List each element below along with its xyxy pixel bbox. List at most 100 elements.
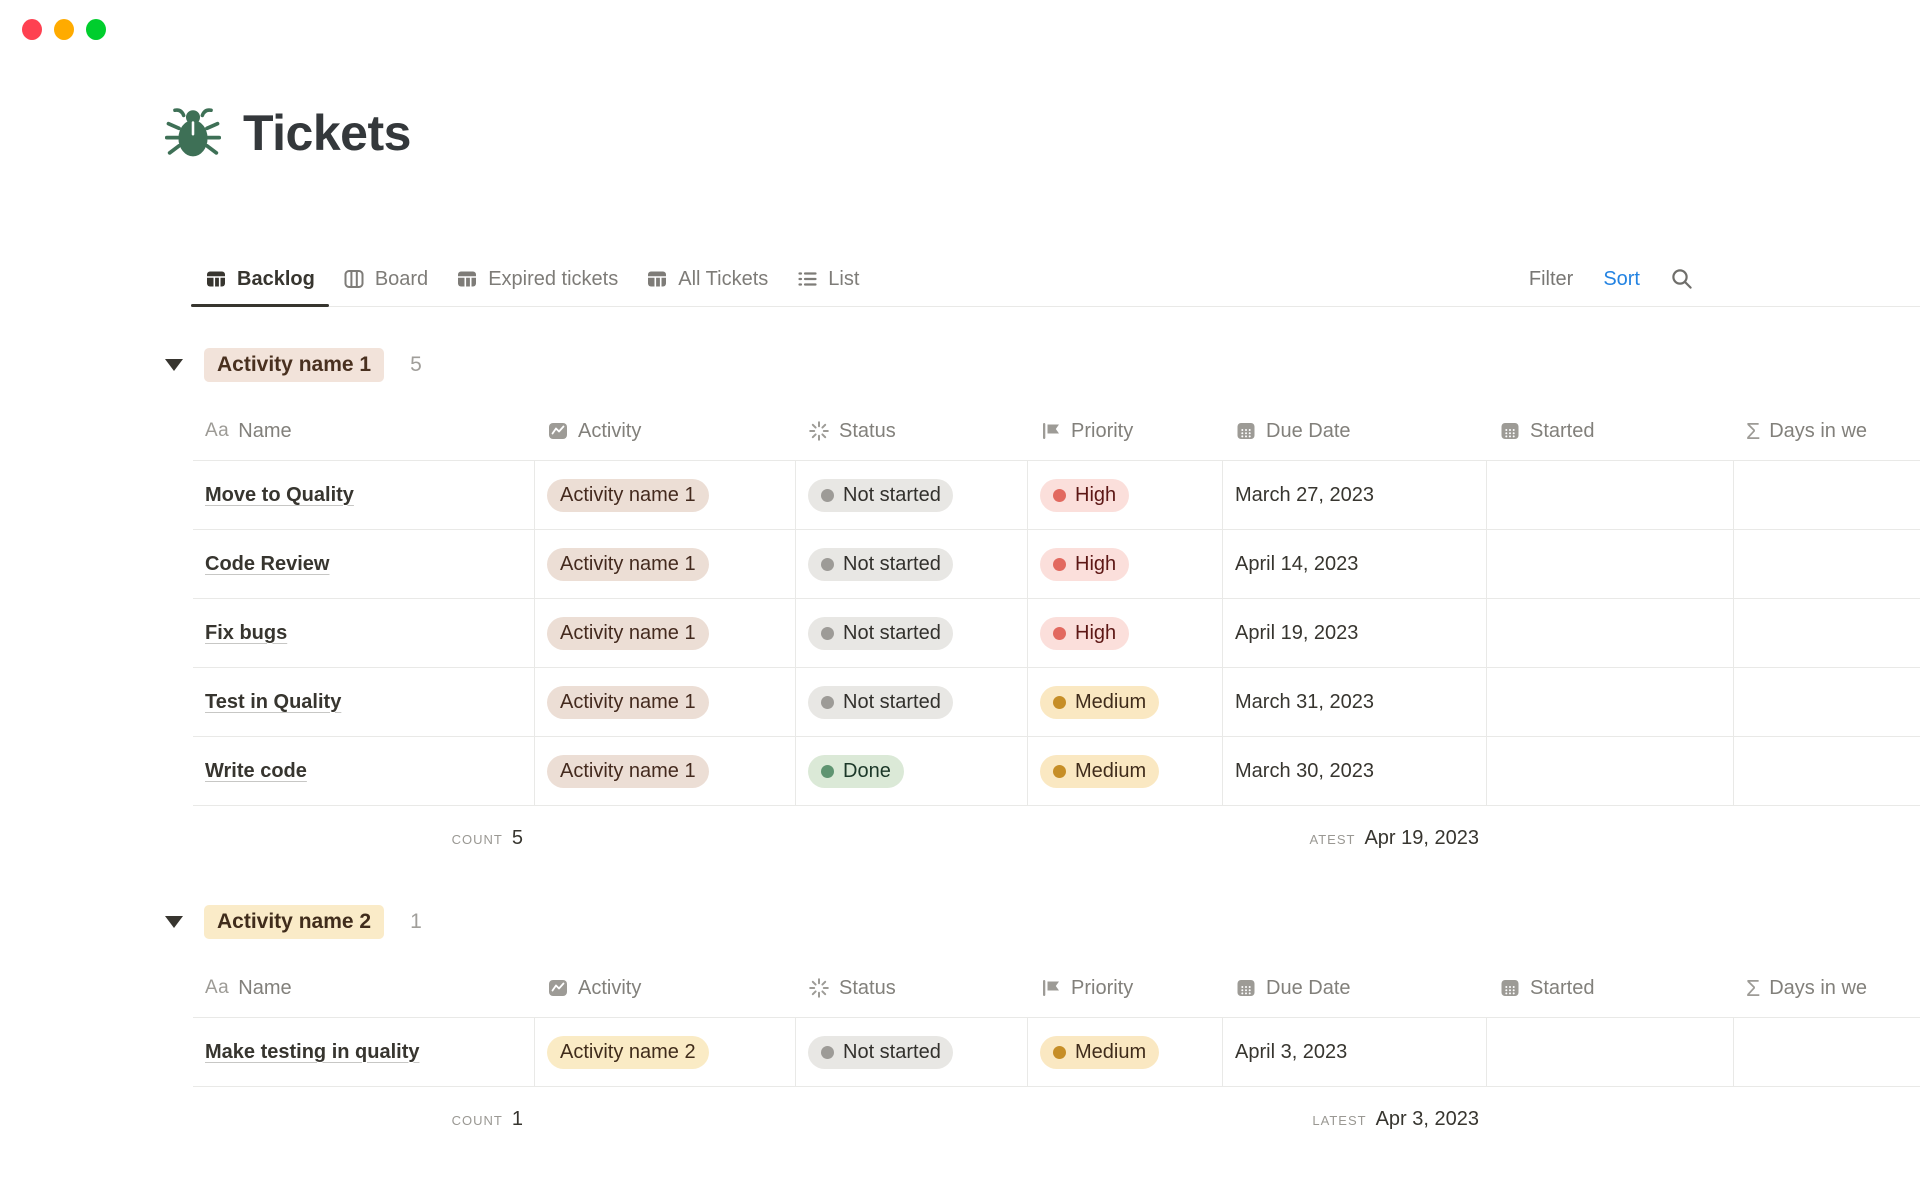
filter-button[interactable]: Filter [1529,268,1573,291]
priority-tag[interactable]: High [1040,479,1129,512]
footer-count[interactable]: COUNT5 [193,827,535,850]
activity-tag[interactable]: Activity name 1 [547,755,709,788]
cell-days-in-week[interactable] [1734,668,1920,736]
cell-days-in-week[interactable] [1734,461,1920,529]
cell-due-date[interactable]: April 19, 2023 [1223,599,1487,667]
tab-board[interactable]: Board [329,252,442,306]
priority-tag[interactable]: High [1040,617,1129,650]
column-header-activity[interactable]: Activity [535,420,796,443]
toolbar: Filter Sort [1529,252,1694,306]
column-header-priority[interactable]: Priority [1028,977,1223,1000]
sort-button[interactable]: Sort [1603,268,1640,291]
cell-activity: Activity name 2 [535,1018,796,1086]
bug-icon[interactable] [165,105,221,161]
ticket-title-link[interactable]: Move to Quality [205,484,354,507]
status-label: Not started [843,622,940,645]
view-tab-bar: Backlog BoardExpired ticketsAll TicketsLi… [191,252,1920,307]
status-tag[interactable]: Not started [808,686,953,719]
cell-priority: Medium [1028,668,1223,736]
close-window-button[interactable] [22,19,42,40]
tab-all-tickets[interactable]: All Tickets [632,252,782,306]
cell-started[interactable] [1487,668,1734,736]
cell-days-in-week[interactable] [1734,737,1920,805]
cell-due-date[interactable]: April 3, 2023 [1223,1018,1487,1086]
minimize-window-button[interactable] [54,19,74,40]
footer-count[interactable]: COUNT1 [193,1108,535,1131]
status-tag[interactable]: Not started [808,548,953,581]
group-count: 5 [410,353,422,377]
ticket-title-link[interactable]: Code Review [205,553,329,576]
cell-status: Not started [796,599,1028,667]
table-header-row: AaName Activity StatusPriorityDue DateStar… [193,959,1920,1018]
column-header-days-in-we[interactable]: ΣDays in we [1734,975,1920,1002]
footer-latest[interactable]: LATESTApr 3, 2023 [1223,1108,1487,1131]
activity-tag[interactable]: Activity name 1 [547,548,709,581]
cell-started[interactable] [1487,737,1734,805]
group-name-tag[interactable]: Activity name 1 [204,348,384,382]
column-header-started[interactable]: Started [1487,977,1734,1000]
tab-backlog[interactable]: Backlog [191,252,329,306]
aa-icon: Aa [205,420,229,442]
priority-tag[interactable]: Medium [1040,686,1159,719]
zoom-window-button[interactable] [86,19,106,40]
spinner-icon [808,977,830,999]
column-header-due-date[interactable]: Due Date [1223,977,1487,1000]
column-label: Days in we [1769,420,1867,443]
group-header: Activity name 1 5 [165,345,1920,385]
footer-latest[interactable]: ATESTApr 19, 2023 [1223,827,1487,850]
cell-started[interactable] [1487,461,1734,529]
ticket-title-link[interactable]: Test in Quality [205,691,341,714]
cell-due-date[interactable]: March 31, 2023 [1223,668,1487,736]
activity-tag[interactable]: Activity name 2 [547,1036,709,1069]
status-tag[interactable]: Not started [808,1036,953,1069]
priority-dot-icon [1053,765,1066,778]
status-tag[interactable]: Not started [808,617,953,650]
tab-list[interactable]: List [782,252,873,306]
table-row: Fix bugs Activity name 1 Not started High Ap… [193,599,1920,668]
priority-tag[interactable]: High [1040,548,1129,581]
activity-tag[interactable]: Activity name 1 [547,479,709,512]
priority-tag[interactable]: Medium [1040,1036,1159,1069]
column-header-activity[interactable]: Activity [535,977,796,1000]
column-header-days-in-we[interactable]: ΣDays in we [1734,418,1920,445]
ticket-title-link[interactable]: Write code [205,760,307,783]
cell-name: Write code [193,737,535,805]
column-label: Priority [1071,420,1133,443]
cell-name: Move to Quality [193,461,535,529]
priority-tag[interactable]: Medium [1040,755,1159,788]
tab-label: Backlog [237,268,315,291]
column-header-status[interactable]: Status [796,420,1028,443]
activity-tag[interactable]: Activity name 1 [547,686,709,719]
search-icon[interactable] [1670,267,1694,291]
collapse-triangle-icon[interactable] [165,916,183,928]
ticket-title-link[interactable]: Make testing in quality [205,1041,419,1064]
priority-label: High [1075,484,1116,507]
column-label: Activity [578,977,641,1000]
column-header-due-date[interactable]: Due Date [1223,420,1487,443]
cell-started[interactable] [1487,1018,1734,1086]
column-header-status[interactable]: Status [796,977,1028,1000]
group-name-tag[interactable]: Activity name 2 [204,905,384,939]
cell-priority: High [1028,599,1223,667]
cell-days-in-week[interactable] [1734,530,1920,598]
ticket-title-link[interactable]: Fix bugs [205,622,287,645]
collapse-triangle-icon[interactable] [165,359,183,371]
status-tag[interactable]: Not started [808,479,953,512]
table-header-row: AaNameActivityStatus Priority Due DateStar… [193,402,1920,461]
status-label: Not started [843,1041,940,1064]
activity-tag[interactable]: Activity name 1 [547,617,709,650]
tab-expired-tickets[interactable]: Expired tickets [442,252,632,306]
cell-days-in-week[interactable] [1734,1018,1920,1086]
cell-started[interactable] [1487,530,1734,598]
cell-due-date[interactable]: April 14, 2023 [1223,530,1487,598]
column-header-name[interactable]: AaName [193,420,535,443]
column-header-started[interactable]: Started [1487,420,1734,443]
status-tag[interactable]: Done [808,755,904,788]
column-header-name[interactable]: AaName [193,977,535,1000]
cell-due-date[interactable]: March 27, 2023 [1223,461,1487,529]
cell-started[interactable] [1487,599,1734,667]
column-header-priority[interactable]: Priority [1028,420,1223,443]
cell-due-date[interactable]: March 30, 2023 [1223,737,1487,805]
cell-days-in-week[interactable] [1734,599,1920,667]
due-date-value: March 27, 2023 [1235,484,1374,507]
